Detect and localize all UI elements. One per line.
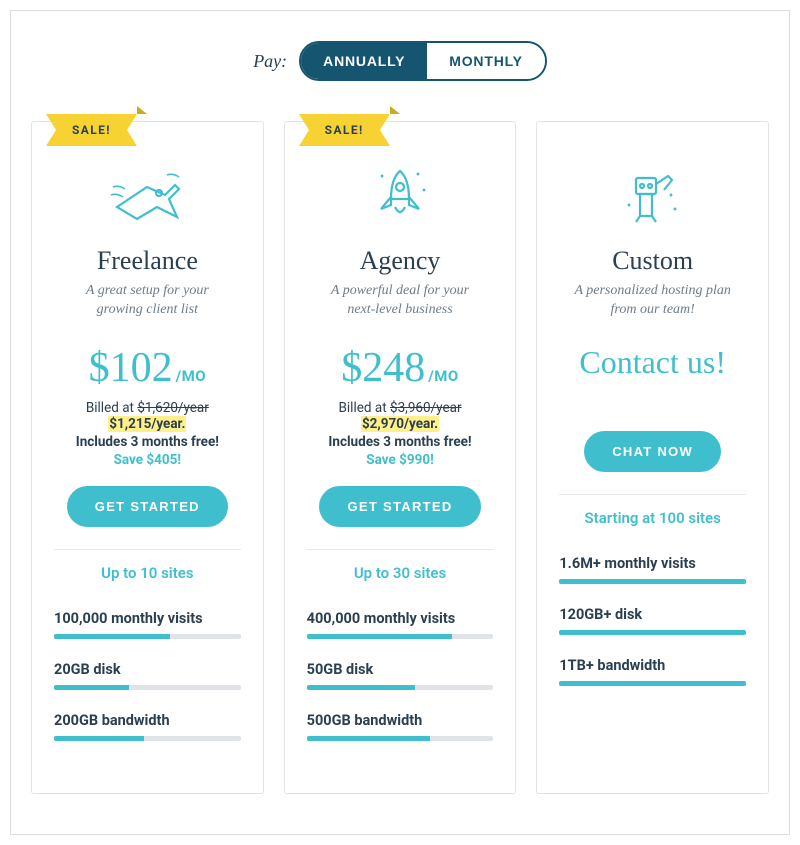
billing-toggle-group: ANNUALLY MONTHLY [299,41,547,81]
feature-bar [559,630,746,635]
feature-item: 50GB disk [307,661,494,690]
price-amount: $248 [341,344,425,392]
billed-discounted: $2,970/year. [361,416,439,432]
plan-tagline: A powerful deal for your next-level busi… [307,282,494,320]
feature-label: 400,000 monthly visits [307,610,494,627]
feature-label: 1TB+ bandwidth [559,657,746,674]
sites-line: Up to 10 sites [54,564,241,582]
feature-item: 20GB disk [54,661,241,690]
feature-label: 20GB disk [54,661,241,678]
divider [307,549,494,550]
billed-discounted: $1,215/year. [108,416,186,432]
feature-label: 100,000 monthly visits [54,610,241,627]
plan-name: Freelance [54,246,241,276]
get-started-button[interactable]: GET STARTED [67,486,228,527]
billed-line: Billed at $3,960/year $2,970/year. [307,400,494,432]
feature-label: 120GB+ disk [559,606,746,623]
chat-now-button[interactable]: CHAT NOW [584,431,721,472]
plan-card-agency: SALE! Agency A powerful deal for your ne… [284,121,517,794]
save-line: Save $405! [54,452,241,468]
plan-card-custom: Custom A personalized hosting plan from … [536,121,769,794]
sale-ribbon-label: SALE! [56,114,127,146]
feature-item: 100,000 monthly visits [54,610,241,639]
billing-toggle: Pay: ANNUALLY MONTHLY [31,41,769,81]
robot-icon [559,164,746,230]
billed-line: Billed at $1,620/year $1,215/year. [54,400,241,432]
divider [54,549,241,550]
feature-item: 400,000 monthly visits [307,610,494,639]
includes-line: Includes 3 months free! [307,434,494,450]
feature-label: 500GB bandwidth [307,712,494,729]
feature-label: 1.6M+ monthly visits [559,555,746,572]
feature-bar [54,634,241,639]
price-row: $248 /MO [307,344,494,392]
feature-item: 200GB bandwidth [54,712,241,741]
price-unit: /MO [176,367,207,385]
includes-line: Includes 3 months free! [54,434,241,450]
feature-item: 1.6M+ monthly visits [559,555,746,584]
feature-bar [559,579,746,584]
billed-original: $1,620/year [137,400,209,416]
plan-card-freelance: SALE! Freelance A great setup for your g… [31,121,264,794]
price-amount: $102 [89,344,173,392]
rocket-icon [307,164,494,230]
sale-ribbon-label: SALE! [309,114,380,146]
sites-line: Up to 30 sites [307,564,494,582]
divider [559,494,746,495]
plan-name: Custom [559,246,746,276]
price-row: $102 /MO [54,344,241,392]
pay-label: Pay: [253,51,287,72]
feature-item: 1TB+ bandwidth [559,657,746,686]
get-started-button[interactable]: GET STARTED [319,486,480,527]
plan-tagline: A great setup for your growing client li… [54,282,241,320]
plan-tagline: A personalized hosting plan from our tea… [559,282,746,320]
plan-name: Agency [307,246,494,276]
billed-original: $3,960/year [390,400,462,416]
feature-label: 200GB bandwidth [54,712,241,729]
feature-bar [559,681,746,686]
feature-label: 50GB disk [307,661,494,678]
sale-ribbon: SALE! [46,114,137,146]
airplane-icon [54,164,241,230]
save-line: Save $990! [307,452,494,468]
toggle-monthly-button[interactable]: MONTHLY [427,43,545,79]
feature-bar [54,685,241,690]
feature-item: 120GB+ disk [559,606,746,635]
feature-bar [307,634,494,639]
sites-line: Starting at 100 sites [559,509,746,527]
feature-bar [307,685,494,690]
contact-text: Contact us! [559,344,746,381]
pricing-container: Pay: ANNUALLY MONTHLY SALE! [10,10,790,835]
feature-item: 500GB bandwidth [307,712,494,741]
toggle-annually-button[interactable]: ANNUALLY [301,43,427,79]
plans-row: SALE! Freelance A great setup for your g… [31,121,769,794]
price-unit: /MO [428,367,459,385]
sale-ribbon: SALE! [299,114,390,146]
